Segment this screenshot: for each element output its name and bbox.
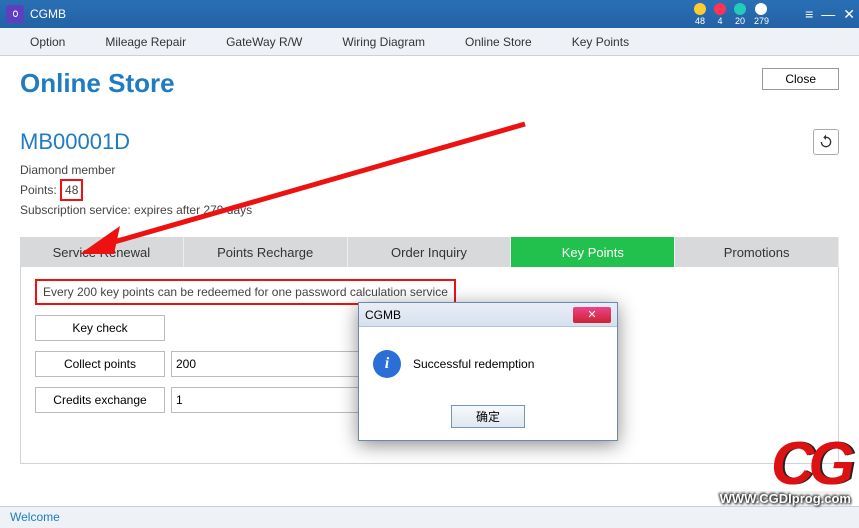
key-check-button[interactable]: Key check	[35, 315, 165, 341]
tab-promotions[interactable]: Promotions	[675, 237, 839, 267]
minimize-icon[interactable]: —	[821, 6, 835, 22]
member-level: Diamond member	[20, 161, 839, 179]
menu-item-online-store[interactable]: Online Store	[465, 35, 532, 49]
menu-bar: Option Mileage Repair GateWay R/W Wiring Di…	[0, 28, 859, 56]
collect-points-button[interactable]: Collect points	[35, 351, 165, 377]
tab-bar: Service RenewalPoints RechargeOrder Inqu…	[20, 237, 839, 267]
info-icon: i	[373, 350, 401, 378]
title-bar: ൦ CGMB 48 4 20 279 ≡ — ✕	[0, 0, 859, 28]
gem-icon-2: 20	[734, 3, 746, 26]
menu-item-gateway-r-w[interactable]: GateWay R/W	[226, 35, 302, 49]
gem-icon: 4	[714, 3, 726, 26]
close-icon[interactable]: ✕	[843, 6, 855, 23]
dialog-message: Successful redemption	[413, 357, 534, 371]
close-button[interactable]: Close	[762, 68, 839, 90]
app-icon: ൦	[6, 5, 24, 23]
credits-exchange-button[interactable]: Credits exchange	[35, 387, 165, 413]
page-title: Online Store	[20, 68, 175, 99]
tab-order-inquiry[interactable]: Order Inquiry	[348, 237, 512, 267]
tab-service-renewal[interactable]: Service Renewal	[20, 237, 184, 267]
tab-points-recharge[interactable]: Points Recharge	[184, 237, 348, 267]
dialog-ok-button[interactable]: 确定	[451, 405, 525, 428]
menu-item-mileage-repair[interactable]: Mileage Repair	[105, 35, 186, 49]
window-controls: ≡ — ✕	[805, 6, 855, 23]
tab-key-points[interactable]: Key Points	[511, 237, 675, 267]
account-id: MB00001D	[20, 129, 130, 155]
menu-icon[interactable]: ≡	[805, 6, 813, 22]
status-bar: Welcome	[0, 506, 859, 528]
menu-item-wiring-diagram[interactable]: Wiring Diagram	[342, 35, 425, 49]
refresh-icon	[818, 134, 834, 150]
calendar-icon: 279	[754, 3, 769, 26]
refresh-button[interactable]	[813, 129, 839, 155]
points-line: Points: 48	[20, 179, 839, 201]
coin-icon: 48	[694, 3, 706, 26]
dialog-success: CGMB ✕ i Successful redemption 确定	[358, 302, 618, 441]
points-label: Points:	[20, 183, 57, 197]
app-title: CGMB	[30, 7, 66, 21]
status-text: Welcome	[10, 510, 60, 524]
subscription-info: Subscription service: expires after 279 …	[20, 201, 839, 219]
menu-item-option[interactable]: Option	[30, 35, 65, 49]
collect-points-input[interactable]	[171, 351, 371, 377]
dialog-close-button[interactable]: ✕	[573, 307, 611, 323]
points-value: 48	[60, 179, 83, 201]
titlebar-stats: 48 4 20 279	[694, 3, 769, 26]
dialog-title: CGMB	[365, 308, 401, 322]
credits-exchange-input[interactable]	[171, 387, 371, 413]
menu-item-key-points[interactable]: Key Points	[572, 35, 629, 49]
